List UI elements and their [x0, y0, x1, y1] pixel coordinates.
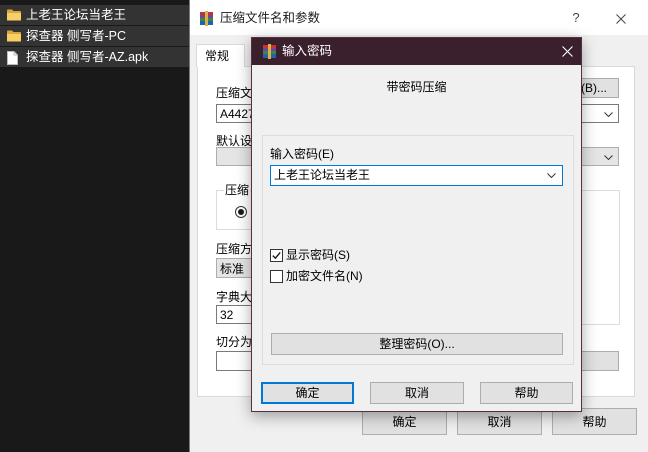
show-password-checkbox[interactable]: [270, 249, 283, 262]
ok-button-label: 确定: [392, 415, 417, 429]
help-button[interactable]: 帮助: [552, 408, 637, 435]
password-value: 上老王论坛当老王: [274, 168, 371, 182]
split-volume-label: 切分为: [216, 335, 253, 349]
file-list-item[interactable]: 探查器 侧写者-AZ.apk: [0, 47, 190, 67]
file-explorer-pane: 上老王论坛当老王 探查器 侧写者-PC 探查器 侧写者-AZ.apk: [0, 0, 190, 452]
close-icon[interactable]: [616, 13, 626, 24]
profile-label: 默认设: [216, 134, 253, 148]
show-password-label[interactable]: 显示密码(S): [286, 248, 350, 262]
tab-general[interactable]: 常规: [196, 44, 245, 67]
check-icon: [272, 251, 281, 260]
archive-name-label: 压缩文: [216, 86, 253, 100]
archive-format-group-label: 压缩: [224, 183, 251, 197]
file-name: 探查器 侧写者-AZ.apk: [26, 50, 149, 64]
folder-icon: [7, 9, 21, 22]
file-list-item[interactable]: 探查器 侧写者-PC: [0, 26, 190, 46]
close-icon[interactable]: [562, 46, 573, 57]
file-list-item[interactable]: 上老王论坛当老王: [0, 5, 190, 25]
browse-button-label: (B)...: [581, 81, 607, 95]
enter-password-dialog: 输入密码 带密码压缩 输入密码(E) 上老王论坛当老王 显示密码(S) 加密文件…: [251, 37, 582, 412]
password-input[interactable]: 上老王论坛当老王: [270, 165, 563, 186]
dialog-title: 输入密码: [282, 44, 333, 58]
cancel-button[interactable]: 取消: [370, 382, 464, 404]
file-name: 探查器 侧写者-PC: [26, 29, 127, 43]
cancel-button-label: 取消: [404, 386, 429, 400]
organize-passwords-button[interactable]: 整理密码(O)...: [271, 333, 563, 355]
winrar-icon: [262, 44, 277, 59]
dictionary-size-value: 32: [220, 308, 234, 322]
ok-button[interactable]: 确定: [261, 382, 354, 404]
folder-icon: [7, 30, 21, 43]
compression-method-value: 标准: [220, 262, 245, 276]
dialog-title: 压缩文件名和参数: [220, 11, 321, 25]
file-name: 上老王论坛当老王: [26, 8, 127, 22]
ok-button-label: 确定: [295, 386, 320, 400]
file-icon: [7, 51, 21, 65]
help-title-button[interactable]: ?: [569, 10, 583, 26]
ok-button[interactable]: 确定: [362, 408, 447, 435]
cancel-button-label: 取消: [487, 415, 512, 429]
help-button[interactable]: 帮助: [480, 382, 573, 404]
dialog-titlebar[interactable]: 压缩文件名和参数 ?: [190, 0, 648, 35]
dialog-titlebar[interactable]: 输入密码: [252, 38, 581, 65]
password-label: 输入密码(E): [270, 147, 334, 161]
dictionary-size-label: 字典大: [216, 290, 253, 304]
archive-name-value: A4427: [220, 107, 255, 121]
winrar-icon: [199, 11, 214, 26]
encrypt-filenames-checkbox[interactable]: [270, 270, 283, 283]
chevron-down-icon[interactable]: [604, 112, 613, 117]
help-button-label: 帮助: [514, 386, 539, 400]
chevron-down-icon: [604, 155, 613, 160]
dialog-heading: 带密码压缩: [386, 80, 447, 94]
tab-label: 常规: [205, 49, 230, 63]
compression-method-label: 压缩方: [216, 242, 253, 256]
encrypt-filenames-label[interactable]: 加密文件名(N): [286, 269, 363, 283]
help-button-label: 帮助: [582, 415, 607, 429]
organize-passwords-label: 整理密码(O)...: [379, 337, 455, 351]
chevron-down-icon[interactable]: [547, 173, 556, 178]
format-radio-selected[interactable]: [235, 206, 247, 218]
cancel-button[interactable]: 取消: [457, 408, 542, 435]
